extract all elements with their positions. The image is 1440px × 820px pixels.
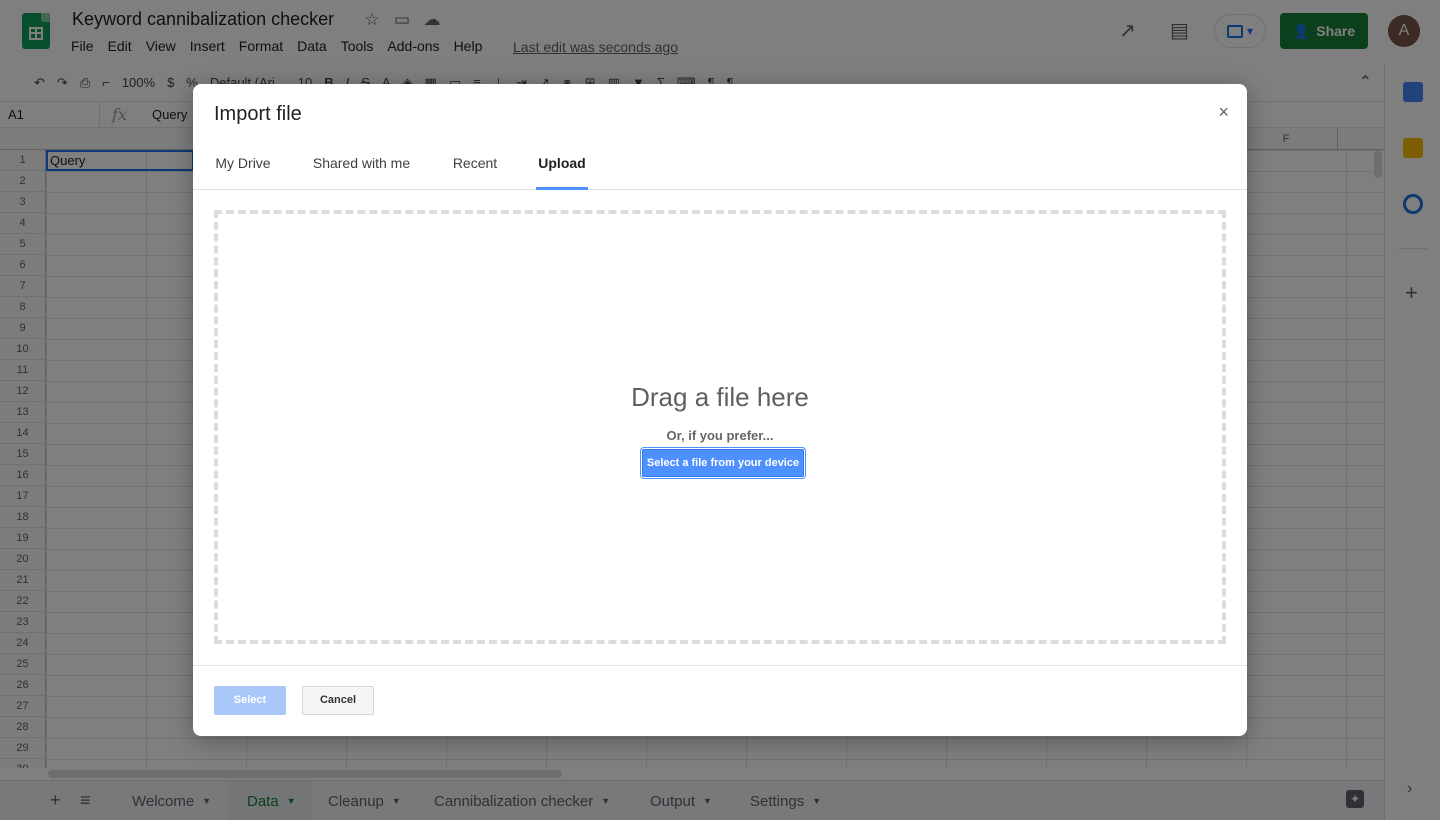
tab-upload[interactable]: Upload (536, 146, 588, 190)
tab-my-drive[interactable]: My Drive (213, 146, 273, 190)
footer-divider (193, 665, 1247, 666)
file-drop-zone[interactable]: Drag a file here Or, if you prefer... Se… (214, 210, 1226, 644)
close-icon[interactable]: × (1218, 102, 1229, 123)
select-button[interactable]: Select (214, 686, 286, 715)
import-file-dialog: Import file × My Drive Shared with me Re… (193, 84, 1247, 736)
tab-shared-with-me[interactable]: Shared with me (311, 146, 412, 190)
select-from-device-button[interactable]: Select a file from your device (642, 449, 804, 477)
tab-recent[interactable]: Recent (451, 146, 499, 190)
dialog-tabs: My Drive Shared with me Recent Upload (193, 146, 1247, 190)
dialog-title: Import file (214, 103, 302, 125)
cancel-button[interactable]: Cancel (302, 686, 374, 715)
or-prefer-text: Or, if you prefer... (666, 428, 774, 443)
drag-file-text: Drag a file here (631, 382, 809, 412)
